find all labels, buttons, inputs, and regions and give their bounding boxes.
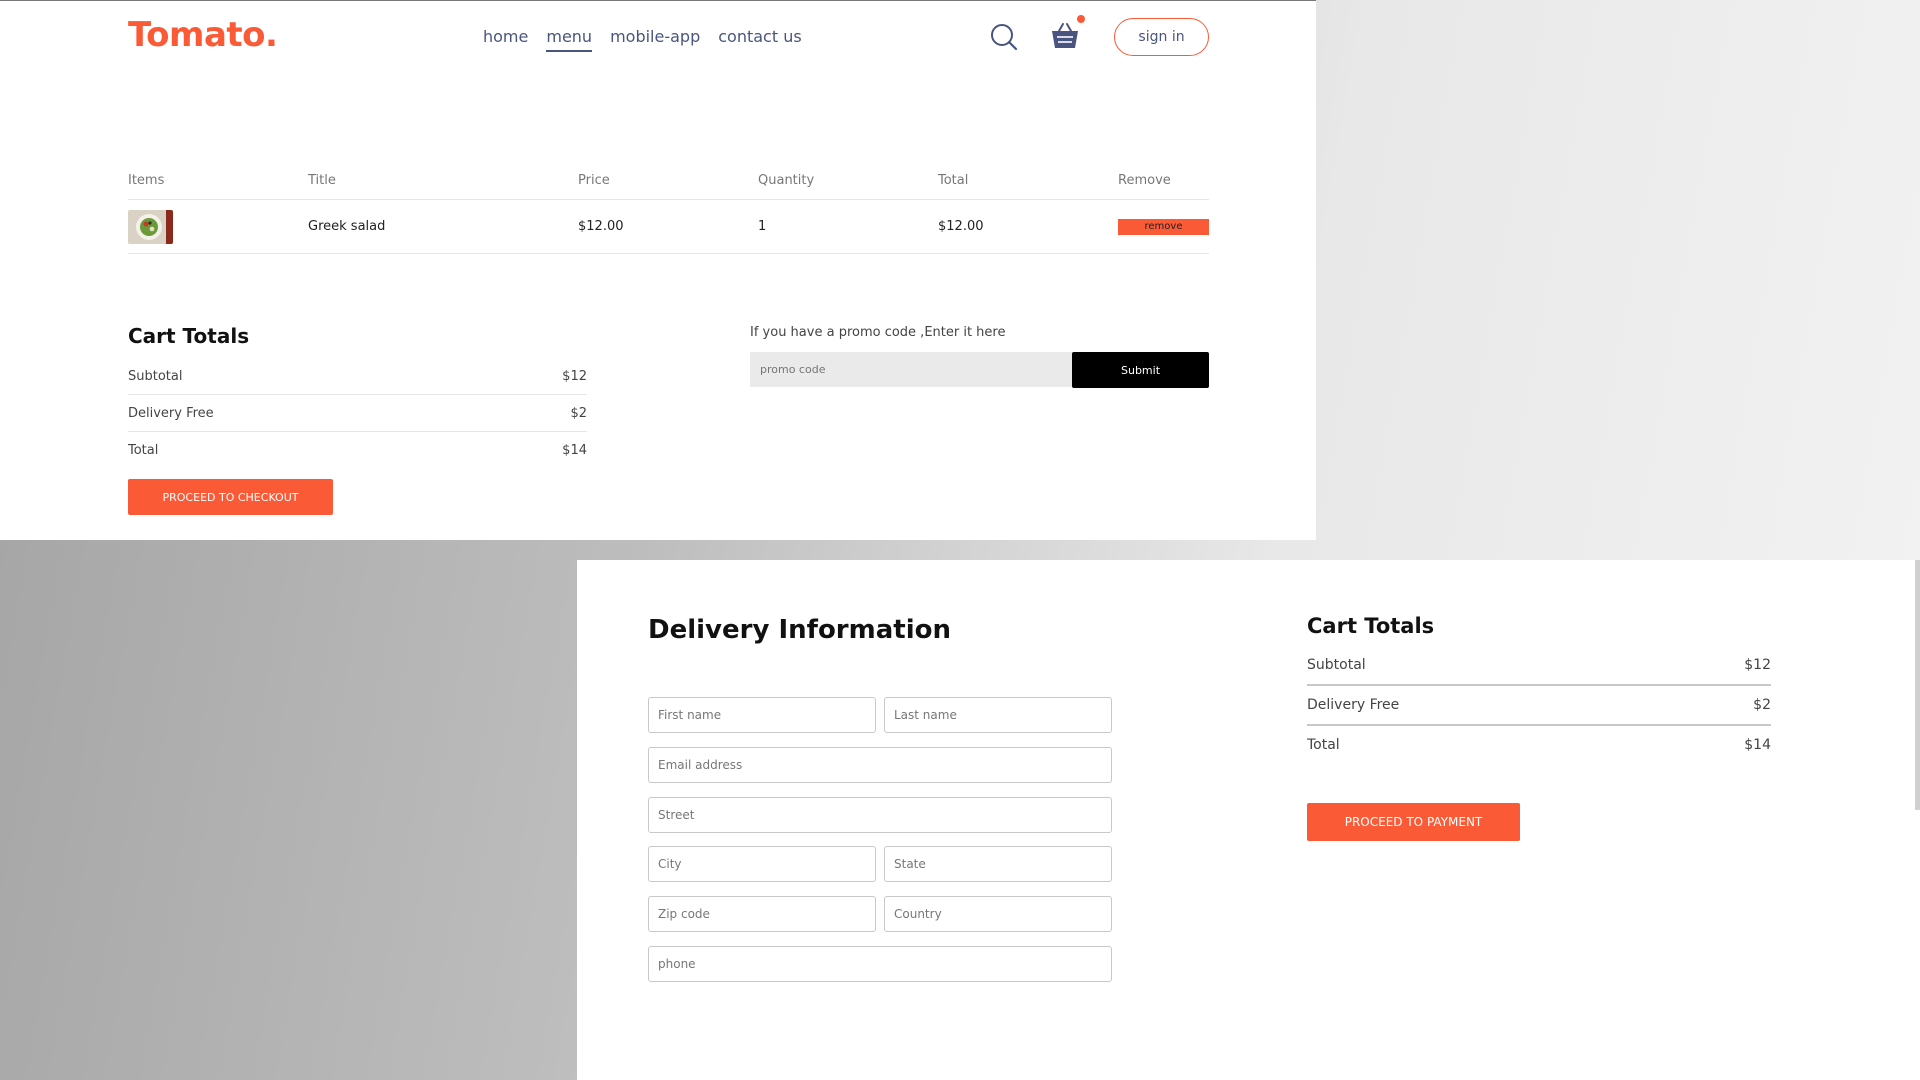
zip-code-field[interactable] (648, 896, 876, 932)
promo-code-input[interactable] (750, 352, 1075, 387)
column-header-price: Price (578, 172, 610, 188)
delivery-information-title: Delivery Information (648, 615, 951, 645)
cart-notification-dot (1077, 15, 1085, 23)
total-value: $14 (562, 442, 587, 458)
delivery-fee-value: $2 (570, 405, 587, 421)
subtotal-row: Subtotal $12 (128, 358, 587, 395)
country-field[interactable] (884, 896, 1112, 932)
delivery-fee-label: Delivery Free (128, 405, 214, 421)
order-subtotal-label: Subtotal (1307, 657, 1366, 673)
order-cart-totals-title: Cart Totals (1307, 614, 1435, 638)
table-row: Greek salad $12.00 1 $12.00 remove (128, 200, 1209, 254)
nav-link-home[interactable]: home (483, 27, 528, 52)
item-total: $12.00 (938, 219, 984, 234)
city-field[interactable] (648, 846, 876, 882)
place-order-page-screenshot: Delivery Information Cart Totals Subtota… (577, 560, 1920, 1080)
nav-link-menu[interactable]: menu (546, 27, 593, 52)
delivery-fee-row: Delivery Free $2 (128, 395, 587, 432)
order-total-row: Total $14 (1307, 726, 1771, 764)
last-name-field[interactable] (884, 697, 1112, 733)
column-header-quantity: Quantity (758, 172, 815, 188)
street-field[interactable] (648, 797, 1112, 833)
subtotal-value: $12 (562, 368, 587, 384)
nav-link-contact-us[interactable]: contact us (718, 27, 801, 52)
column-header-remove: Remove (1118, 172, 1171, 188)
cart-page-screenshot: Tomato. home menu mobile-app contact us … (0, 0, 1316, 540)
promo-submit-button[interactable]: Submit (1072, 352, 1209, 388)
order-cart-totals-section: Cart Totals Subtotal $12 Delivery Free $… (1307, 614, 1771, 764)
proceed-to-payment-button[interactable]: PROCEED TO PAYMENT (1307, 803, 1520, 841)
promo-code-prompt: If you have a promo code ,Enter it here (750, 325, 1006, 340)
order-delivery-fee-row: Delivery Free $2 (1307, 686, 1771, 726)
column-header-total: Total (938, 172, 969, 188)
email-field[interactable] (648, 747, 1112, 783)
total-label: Total (128, 442, 159, 458)
cart-totals-title: Cart Totals (128, 324, 250, 348)
total-row: Total $14 (128, 432, 587, 468)
logo[interactable]: Tomato. (128, 15, 278, 55)
cart-totals-section: Cart Totals Subtotal $12 Delivery Free $… (128, 324, 587, 468)
item-quantity: 1 (758, 219, 767, 234)
order-subtotal-row: Subtotal $12 (1307, 646, 1771, 686)
first-name-field[interactable] (648, 697, 876, 733)
basket-icon[interactable] (1050, 21, 1080, 51)
table-header-row: Items Title Price Quantity Total Remove (128, 161, 1209, 200)
salad-image (128, 209, 173, 244)
item-price: $12.00 (578, 219, 624, 234)
order-total-label: Total (1307, 737, 1340, 753)
sign-in-button[interactable]: sign in (1114, 18, 1209, 56)
column-header-items: Items (128, 172, 165, 188)
scrollbar[interactable] (1915, 560, 1920, 810)
phone-field[interactable] (648, 946, 1112, 982)
proceed-to-checkout-button[interactable]: PROCEED TO CHECKOUT (128, 479, 333, 515)
state-field[interactable] (884, 846, 1112, 882)
nav-link-mobile-app[interactable]: mobile-app (610, 27, 700, 52)
cart-items-table: Items Title Price Quantity Total Remove … (128, 161, 1209, 254)
order-subtotal-value: $12 (1744, 657, 1771, 673)
search-icon[interactable] (990, 23, 1018, 51)
order-delivery-fee-label: Delivery Free (1307, 697, 1400, 713)
item-title: Greek salad (308, 219, 386, 234)
column-header-title: Title (308, 172, 336, 188)
subtotal-label: Subtotal (128, 368, 183, 384)
navbar-menu: home menu mobile-app contact us (483, 27, 802, 52)
order-delivery-fee-value: $2 (1753, 697, 1771, 713)
remove-item-button[interactable]: remove (1118, 218, 1209, 235)
order-total-value: $14 (1744, 737, 1771, 753)
